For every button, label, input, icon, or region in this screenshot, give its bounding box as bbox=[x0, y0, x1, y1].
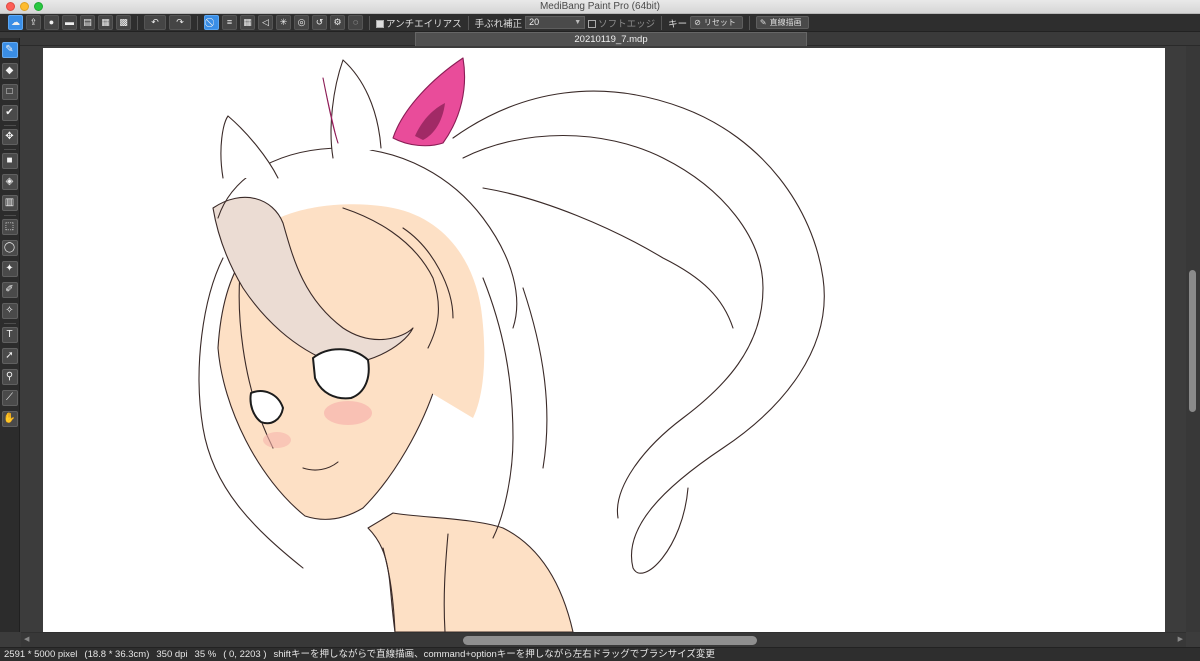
status-hint: shiftキーを押しながらで直線描画、command+optionキーを押しなが… bbox=[273, 649, 715, 660]
antialias-checkbox[interactable] bbox=[376, 19, 384, 28]
select-eraser-tool[interactable]: ✧ bbox=[1, 303, 18, 319]
magic-wand-tool[interactable]: ✦ bbox=[1, 261, 18, 277]
no-entry-icon: ⊘ bbox=[694, 18, 701, 27]
chevron-down-icon: ▼ bbox=[574, 19, 582, 26]
snap-parallel-icon[interactable]: ≡ bbox=[222, 15, 237, 30]
reset-button[interactable]: ⊘ リセット bbox=[690, 16, 743, 29]
toolbar-divider bbox=[137, 15, 138, 30]
comic-panel-icon[interactable]: ▬ bbox=[62, 15, 77, 30]
status-bar: 2591 * 5000 pixel (18.8 * 36.3cm) 350 dpi 3… bbox=[0, 647, 1200, 661]
toolbar-divider bbox=[467, 15, 469, 30]
workspace[interactable] bbox=[21, 46, 1186, 632]
shape-fill-tool[interactable]: ■ bbox=[1, 153, 18, 169]
move-tool[interactable]: ✥ bbox=[1, 129, 18, 145]
antialias-toggle[interactable]: アンチエイリアス bbox=[376, 16, 462, 30]
title-bar: MediBang Paint Pro (64bit) bbox=[0, 0, 1200, 14]
soft-edge-label: ソフトエッジ bbox=[598, 18, 656, 30]
toolbar-divider bbox=[197, 15, 198, 30]
snap-curve-icon[interactable]: ↺ bbox=[312, 15, 327, 30]
vertical-scrollbar[interactable] bbox=[1186, 46, 1200, 632]
gear-icon[interactable]: ⚙ bbox=[330, 15, 345, 30]
bucket-tool[interactable]: ◈ bbox=[1, 174, 18, 190]
select-pen-2-tool[interactable]: ✐ bbox=[1, 282, 18, 298]
lasso-tool[interactable]: ◯ bbox=[1, 240, 18, 256]
operation-tool[interactable]: ➚ bbox=[1, 348, 18, 364]
arrange-icon[interactable]: ▩ bbox=[116, 15, 131, 30]
dot-tool[interactable]: □ bbox=[1, 84, 18, 100]
toolbar-divider bbox=[369, 15, 370, 30]
tool-separator bbox=[3, 323, 16, 324]
dropper-tool[interactable]: ⚲ bbox=[1, 369, 18, 385]
snap-option-icon[interactable]: ◌ bbox=[348, 15, 363, 30]
hand-tool[interactable]: ✋ bbox=[1, 411, 18, 427]
soft-edge-toggle[interactable]: ソフトエッジ bbox=[588, 16, 655, 30]
document-tab[interactable]: 20210119_7.mdp bbox=[415, 32, 807, 46]
export-icon[interactable]: ⇪ bbox=[26, 15, 41, 30]
snap-off-icon[interactable]: ⃠ bbox=[204, 15, 219, 30]
status-dpi: 350 dpi bbox=[156, 649, 188, 660]
snap-grid-icon[interactable]: ▦ bbox=[240, 15, 255, 30]
undo-button[interactable]: ↶ bbox=[144, 15, 166, 30]
scroll-left-icon[interactable]: ◀ bbox=[24, 635, 29, 643]
speech-bubble-icon[interactable]: ● bbox=[44, 15, 59, 30]
status-canvas-size-cm: (18.8 * 36.3cm) bbox=[84, 649, 150, 660]
snap-vanish-icon[interactable]: ◁ bbox=[258, 15, 273, 30]
app-window: MediBang Paint Pro (64bit) ☁ ⇪ ● ▬ ▤ ▦ ▩… bbox=[0, 0, 1200, 661]
straight-line-label: 直線描画 bbox=[769, 18, 802, 27]
page-icon[interactable]: ▤ bbox=[80, 15, 95, 30]
tool-separator bbox=[3, 215, 16, 216]
vertical-scroll-thumb[interactable] bbox=[1189, 270, 1196, 412]
toolbar-divider bbox=[748, 15, 750, 30]
stabilizer-value: 20 bbox=[529, 17, 540, 27]
tool-separator bbox=[3, 149, 16, 150]
divide-tool[interactable]: ⟋ bbox=[1, 390, 18, 406]
horizontal-scrollbar[interactable]: ◀ ▶ bbox=[21, 632, 1186, 647]
straight-line-button[interactable]: ✎ 直線描画 bbox=[755, 16, 809, 29]
tool-palette: ✎ ◆ □ ✔ ✥ ■ ◈ ▥ ⬚ ◯ ✦ ✐ ✧ T ➚ ⚲ ⟋ ✋ bbox=[0, 38, 20, 632]
cloud-icon[interactable]: ☁ bbox=[8, 15, 23, 30]
soft-edge-checkbox[interactable] bbox=[588, 19, 597, 28]
drawing-canvas[interactable] bbox=[43, 48, 1165, 632]
snap-circle-icon[interactable]: ◎ bbox=[294, 15, 309, 30]
rect-select-tool[interactable]: ⬚ bbox=[1, 219, 18, 235]
eraser-tool[interactable]: ◆ bbox=[1, 63, 18, 79]
stabilizer-select[interactable]: 20 ▼ bbox=[525, 16, 586, 29]
reset-label: リセット bbox=[703, 18, 736, 27]
status-coordinates: ( 0, 2203 ) bbox=[223, 649, 267, 660]
window-title: MediBang Paint Pro (64bit) bbox=[539, 1, 661, 12]
scroll-right-icon[interactable]: ▶ bbox=[1178, 635, 1183, 643]
pen-icon: ✎ bbox=[759, 18, 767, 27]
horizontal-scroll-thumb[interactable] bbox=[463, 636, 757, 645]
text-tool[interactable]: T bbox=[1, 327, 18, 343]
status-canvas-size: 2591 * 5000 pixel bbox=[4, 649, 78, 660]
grid-icon[interactable]: ▦ bbox=[98, 15, 113, 30]
tool-separator bbox=[3, 125, 16, 126]
select-pen-tool[interactable]: ✔ bbox=[1, 105, 18, 121]
artwork-illustration bbox=[198, 57, 825, 632]
status-zoom: 35 % bbox=[194, 649, 217, 660]
redo-button[interactable]: ↷ bbox=[169, 15, 191, 30]
snap-radial-icon[interactable]: ✳ bbox=[276, 15, 291, 30]
document-tab-strip: 20210119_7.mdp bbox=[0, 32, 1200, 46]
brush-tool[interactable]: ✎ bbox=[1, 42, 18, 58]
stabilizer-label: 手ぶれ補正 bbox=[474, 18, 523, 30]
main-toolbar: ☁ ⇪ ● ▬ ▤ ▦ ▩ ↶ ↷ ⃠ ≡ ▦ ◁ ✳ ◎ ↺ ⚙ ◌ アンチエ… bbox=[0, 14, 1200, 32]
toolbar-divider bbox=[661, 15, 663, 30]
key-label: キー bbox=[668, 18, 688, 30]
antialias-label: アンチエイリアス bbox=[386, 18, 462, 30]
gradient-tool[interactable]: ▥ bbox=[1, 195, 18, 211]
